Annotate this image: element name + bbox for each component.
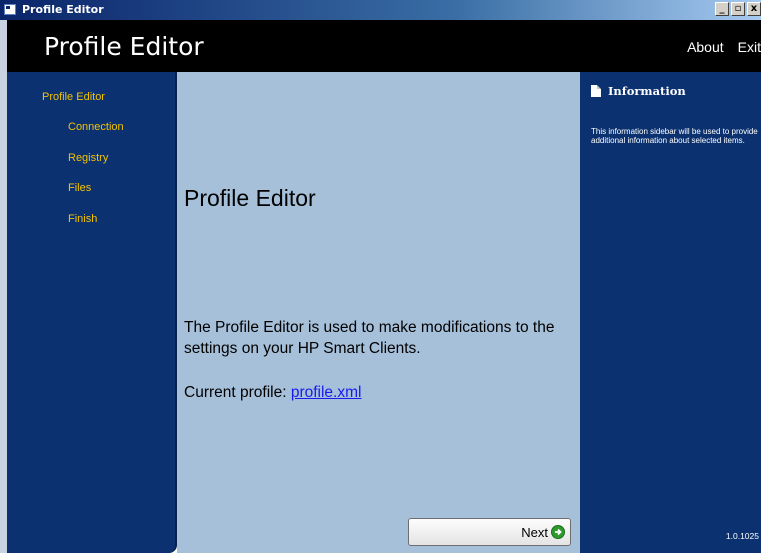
sidebar-item-registry[interactable]: Registry (68, 152, 108, 164)
information-sidebar: Information This information sidebar wil… (580, 72, 761, 553)
exit-link[interactable]: Exit (738, 39, 761, 55)
about-link[interactable]: About (687, 39, 724, 55)
info-page-icon (591, 85, 601, 97)
maximize-icon[interactable]: ▫ (731, 2, 745, 16)
app-icon (4, 4, 16, 15)
page-heading: Profile Editor (184, 185, 316, 211)
current-profile-label: Current profile: (184, 384, 287, 401)
main-content: Profile Editor The Profile Editor is use… (177, 72, 580, 553)
window-controls: _ ▫ x (713, 2, 761, 18)
window-titlebar[interactable]: Profile Editor _ ▫ x (0, 0, 761, 20)
current-profile-link[interactable]: profile.xml (291, 384, 362, 401)
sidebar-item-profile-editor[interactable]: Profile Editor (42, 91, 105, 103)
sidebar-item-connection[interactable]: Connection (68, 121, 124, 133)
header-nav: About Exit (673, 39, 761, 55)
window-title: Profile Editor (22, 3, 104, 16)
next-button[interactable]: Next (408, 518, 571, 546)
sidebar-item-files[interactable]: Files (68, 182, 91, 194)
information-title: Information (608, 84, 686, 98)
app-header: Profile Editor About Exit (7, 20, 761, 72)
next-arrow-icon (551, 525, 565, 539)
sidebar-item-finish[interactable]: Finish (68, 213, 97, 225)
current-profile: Current profile: profile.xml (184, 384, 361, 402)
minimize-icon[interactable]: _ (715, 2, 729, 16)
sidebar-nav: Profile Editor Connection Registry Files… (7, 72, 177, 553)
close-icon[interactable]: x (747, 2, 761, 16)
window-left-border (0, 20, 7, 553)
version-label: 1.0.1025 (725, 531, 759, 541)
app-title: Profile Editor (44, 32, 204, 61)
information-text: This information sidebar will be used to… (591, 127, 758, 145)
next-button-label: Next (521, 525, 548, 540)
information-header: Information (591, 84, 686, 98)
page-description: The Profile Editor is used to make modif… (184, 319, 555, 357)
